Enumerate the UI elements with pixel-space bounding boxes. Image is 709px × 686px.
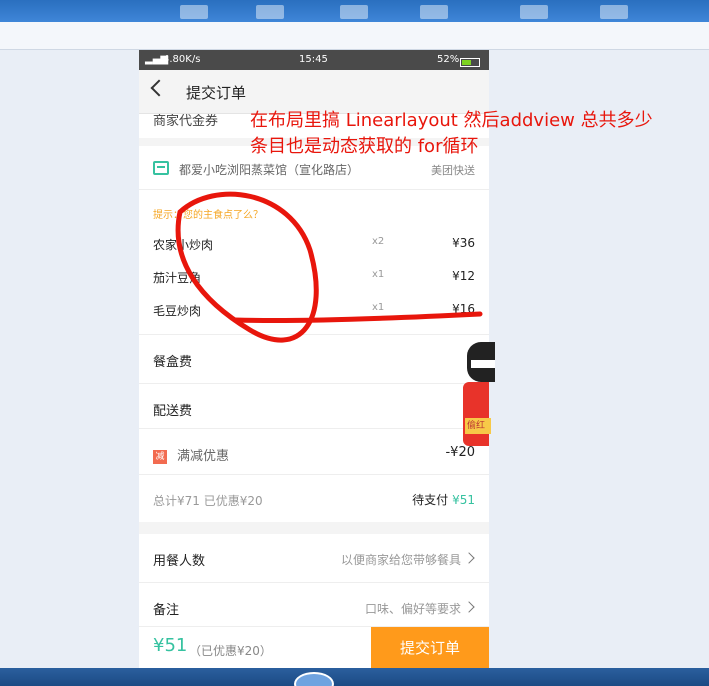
- discount-label-wrap: 减满减优惠: [153, 445, 229, 464]
- total-amount: 总计¥71: [153, 494, 200, 508]
- battery-percent: 52%: [437, 54, 460, 65]
- discount-label: 满减优惠: [177, 449, 230, 464]
- item-price: ¥12: [452, 269, 475, 283]
- order-card: 都爱小吃浏阳蒸菜馆（宣化路店） 美团快送 提示：您的主食点了么？ 农家小炒肉 x…: [139, 146, 489, 522]
- list-item: 茄汁豆角 x1 ¥12: [139, 269, 489, 291]
- item-name: 茄汁豆角: [153, 271, 202, 285]
- chevron-right-icon: [463, 601, 475, 613]
- discount-value: -¥20: [445, 445, 475, 460]
- pending-label: 待支付: [412, 493, 449, 507]
- window-top-strip: [0, 0, 709, 22]
- box-fee-row: 餐盒费 ¥: [139, 334, 489, 382]
- saved-amount: 已优惠¥20: [203, 494, 263, 508]
- note-hint: 口味、偏好等要求: [364, 602, 461, 616]
- taskbar-icon: [420, 5, 448, 19]
- options-card: 用餐人数 以便商家给您带够餐具 备注 口味、偏好等要求: [139, 534, 489, 632]
- taskbar-icon: [256, 5, 284, 19]
- checkout-price: ¥51: [153, 635, 188, 656]
- discount-badge-icon: 减: [153, 449, 167, 464]
- diners-hint: 以便商家给您带够餐具: [340, 553, 461, 567]
- item-qty: x1: [372, 269, 385, 280]
- taskbar-icon: [600, 5, 628, 19]
- box-fee-label: 餐盒费: [153, 355, 193, 370]
- item-name: 毛豆炒肉: [153, 304, 202, 318]
- item-price: ¥16: [452, 302, 475, 316]
- delivery-fee-label: 配送费: [153, 404, 193, 419]
- annotation-text: 在布局里搞 Linearlayout 然后addview 总共多少 条目也是动态…: [250, 108, 709, 160]
- network-speed: 4.80K/s: [163, 54, 201, 65]
- start-orb-icon[interactable]: [294, 672, 334, 686]
- page-title: 提交订单: [186, 84, 247, 102]
- taskbar-icon: [520, 5, 548, 19]
- total-row: 总计¥71 已优惠¥20 待支付 ¥51: [139, 474, 489, 522]
- mascot-tag: 偷红: [465, 418, 491, 434]
- delivery-tag: 美团快送: [431, 164, 475, 177]
- pending-amount: ¥51: [452, 493, 475, 507]
- item-qty: x2: [372, 236, 385, 247]
- discount-row: 减满减优惠 -¥20: [139, 428, 489, 476]
- item-price: ¥36: [452, 236, 475, 250]
- item-name: 农家小炒肉: [153, 238, 214, 252]
- pending-pay: 待支付 ¥51: [412, 491, 475, 508]
- checkout-discount: （已优惠¥20）: [189, 644, 272, 658]
- annotation-line-1: 在布局里搞 Linearlayout 然后addview 总共多少: [250, 110, 653, 131]
- note-row[interactable]: 备注 口味、偏好等要求: [139, 583, 489, 632]
- status-bar: ▂▄▆ 4.80K/s 15:45 52%: [139, 50, 489, 70]
- shop-icon: [153, 161, 169, 175]
- annotation-line-2: 条目也是动态获取的 for循环: [250, 136, 479, 157]
- mascot-mask: [471, 360, 495, 368]
- taskbar-icon: [180, 5, 208, 19]
- mascot-body: [463, 382, 489, 446]
- item-qty: x1: [372, 302, 385, 313]
- window-toolbar: [0, 22, 709, 50]
- floating-mascot[interactable]: 偷红: [463, 342, 495, 446]
- voucher-label: 商家代金券: [153, 114, 219, 129]
- delivery-fee-row: 配送费: [139, 383, 489, 431]
- staple-tip: 提示：您的主食点了么？: [153, 210, 263, 221]
- submit-order-button[interactable]: 提交订单: [371, 627, 489, 668]
- taskbar-icon: [340, 5, 368, 19]
- clock: 15:45: [299, 54, 328, 65]
- note-label: 备注: [153, 603, 180, 618]
- total-summary: 总计¥71 已优惠¥20: [153, 492, 263, 509]
- back-arrow-icon[interactable]: [150, 79, 168, 97]
- list-item: 毛豆炒肉 x1 ¥16: [139, 302, 489, 324]
- diners-row[interactable]: 用餐人数 以便商家给您带够餐具: [139, 534, 489, 583]
- checkout-bar: ¥51 （已优惠¥20） 提交订单: [139, 626, 489, 668]
- taskbar: [0, 668, 709, 686]
- shop-name: 都爱小吃浏阳蒸菜馆（宣化路店）: [179, 163, 360, 177]
- list-item: 农家小炒肉 x2 ¥36: [139, 236, 489, 258]
- diners-label: 用餐人数: [153, 554, 206, 569]
- chevron-right-icon: [463, 552, 475, 564]
